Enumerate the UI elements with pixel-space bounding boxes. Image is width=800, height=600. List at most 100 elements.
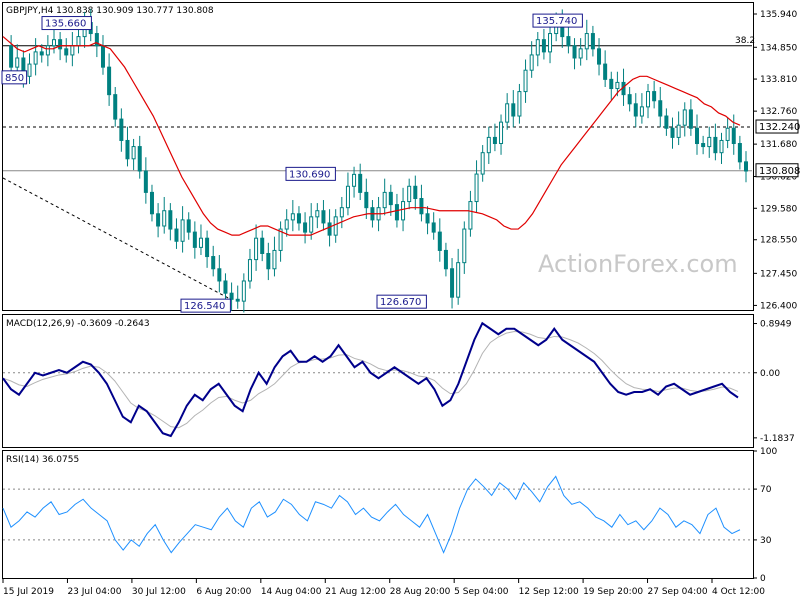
candle-body [456, 262, 461, 298]
candle-body [535, 39, 540, 56]
candle-body [113, 94, 118, 120]
candle-body [180, 219, 185, 242]
candle-body [437, 231, 442, 251]
x-tick-label: 5 Sep 04:00 [454, 587, 509, 597]
price-tick-label: 133.810 [760, 75, 797, 85]
x-axis: 15 Jul 2019 23 Jul 04:00 30 Jul 12:00 6 Aug… [2, 579, 765, 597]
candle-body [321, 210, 326, 224]
annotation-label: 850 [5, 73, 24, 84]
candle-body [247, 259, 252, 282]
candle-body [474, 173, 479, 203]
candle-body [266, 252, 271, 270]
price-tick-label: 134.850 [760, 43, 797, 53]
candle-body [639, 106, 644, 117]
fib-label: 38.2 [735, 36, 755, 46]
candle-body [627, 94, 632, 105]
candle-body [725, 127, 730, 141]
candle-body [168, 210, 173, 230]
candle-body [345, 185, 350, 209]
price-tick-label: 131.680 [760, 140, 797, 150]
macd-tick-label: -1.1837 [760, 434, 795, 444]
x-tick-label: 15 Jul 2019 [3, 587, 54, 597]
candle-body [272, 249, 277, 270]
annotation-label: 135.740 [536, 16, 577, 27]
candle-body [609, 78, 614, 90]
candle-body [688, 109, 693, 129]
annotation-label: 126.540 [184, 301, 225, 312]
candle-body [131, 146, 136, 160]
candle-body [486, 136, 491, 154]
candle-body [186, 219, 191, 233]
candle-body [413, 185, 418, 200]
candle-body [290, 213, 295, 221]
candle-body [682, 109, 687, 126]
candle-body [578, 48, 583, 59]
x-tick-label: 4 Oct 12:00 [712, 587, 765, 597]
candle-body [198, 237, 203, 248]
candle-body [382, 191, 387, 209]
candle-body [670, 127, 675, 138]
candle-body [450, 268, 455, 298]
candle-body [70, 45, 75, 56]
candle-body [358, 173, 363, 193]
candle-body [707, 136, 712, 148]
price-tick-label: 135.940 [760, 10, 797, 20]
candle-body [492, 136, 497, 145]
candle-body [523, 69, 528, 93]
candle-body [658, 100, 663, 117]
annotation-label: 126.670 [380, 297, 421, 308]
candle-body [566, 36, 571, 47]
candle-body [241, 280, 246, 302]
candle-body [333, 216, 338, 236]
candle-body [664, 115, 669, 129]
candle-body [339, 207, 344, 218]
candle-body [39, 51, 44, 56]
rsi-axis: 100 70 30 0 [753, 447, 777, 584]
x-tick-label: 19 Sep 20:00 [583, 587, 643, 597]
candle-body [58, 39, 63, 50]
candle-body [719, 139, 724, 154]
candle-body [119, 118, 124, 141]
candle-body [431, 222, 436, 233]
candle-body [137, 146, 142, 172]
rsi-tick-label: 30 [760, 536, 772, 546]
candle-body [529, 54, 534, 71]
annotation-label: 135.660 [45, 19, 86, 30]
candle-body [315, 210, 320, 218]
price-title: GBPJPY,H4 130.838 130.909 130.777 130.80… [6, 6, 214, 16]
candle-body [548, 33, 553, 53]
candle-body [76, 36, 81, 47]
candle-body [676, 124, 681, 138]
x-tick-label: 23 Jul 04:00 [67, 587, 121, 597]
candle-body [401, 201, 406, 221]
candle-body [462, 228, 467, 264]
x-tick-label: 28 Aug 20:00 [390, 587, 451, 597]
rsi-tick-label: 70 [760, 485, 772, 495]
level-tag: 132.240 [759, 122, 800, 133]
candle-body [229, 292, 234, 300]
x-tick-label: 21 Aug 12:00 [325, 587, 386, 597]
candle-body [505, 103, 510, 123]
candle-body [737, 143, 742, 163]
candle-body [192, 231, 197, 248]
chart-canvas: GBPJPY,H4 130.838 130.909 130.777 130.80… [1, 2, 800, 597]
candle-body [254, 237, 259, 261]
candle-body [217, 268, 222, 282]
candle-body [100, 45, 105, 68]
price-tick-label: 132.760 [760, 107, 797, 117]
candle-body [480, 152, 485, 175]
candle-body [633, 103, 638, 117]
candle-body [33, 51, 38, 65]
candle-body [584, 33, 589, 50]
candle-body [744, 161, 748, 172]
candle-body [27, 63, 32, 77]
candle-body [652, 91, 657, 102]
candle-body [205, 237, 210, 258]
annotation-label: 130.690 [289, 169, 330, 180]
candle-body [260, 237, 265, 254]
candle-body [468, 201, 473, 230]
macd-tick-label: 0.00 [760, 369, 780, 379]
last-price-tag: 130.808 [759, 166, 800, 177]
candle-body [731, 127, 736, 145]
candle-body [511, 103, 516, 117]
